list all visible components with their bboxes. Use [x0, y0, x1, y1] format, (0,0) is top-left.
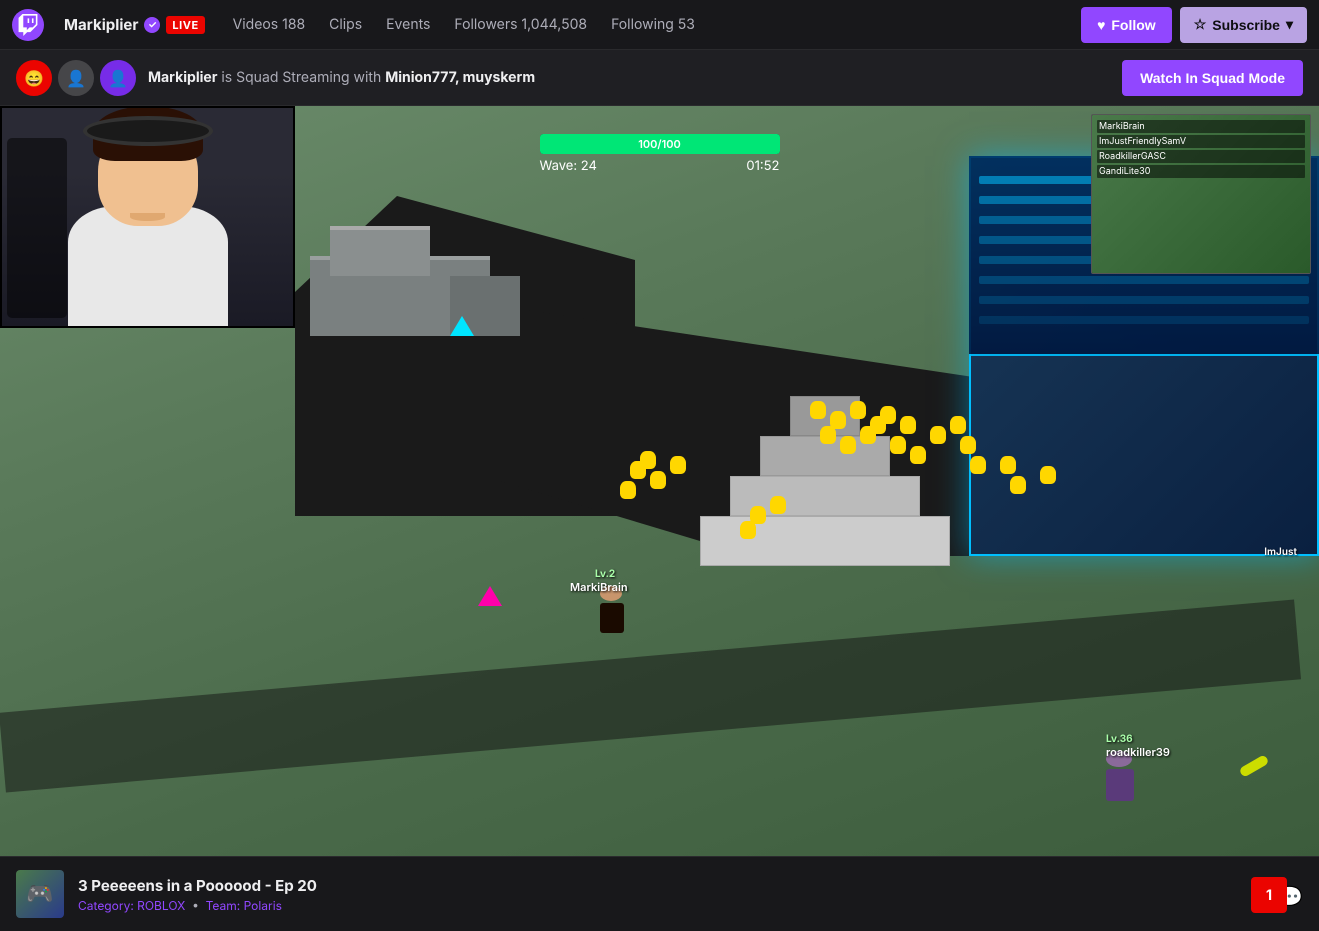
stream-info: 3 Peeeeens in a Poooood - Ep 20 Category…: [78, 876, 317, 913]
minion-5: [640, 451, 656, 469]
minimap-player-1: MarkiBrain: [1097, 120, 1305, 133]
minion-2: [650, 471, 666, 489]
timer-label: 01:52: [746, 158, 779, 174]
stream-thumbnail: 🎮: [16, 870, 64, 918]
team-label: Team:: [206, 898, 241, 913]
enemy-lv-badge: Lv.36: [1106, 733, 1133, 745]
cyan-arrow-indicator: [450, 316, 474, 336]
wave-label: Wave: 24: [540, 158, 597, 174]
avatar-markiplier[interactable]: 😄: [16, 60, 52, 96]
minimap-player-2: ImJustFriendlySamV: [1097, 135, 1305, 148]
minion-18: [950, 416, 966, 434]
nav-actions: ♥ Follow ☆ Subscribe ▾: [1081, 7, 1307, 43]
minion-20: [970, 456, 986, 474]
minimap-inner: MarkiBrain ImJustFriendlySamV Roadkiller…: [1092, 115, 1310, 273]
top-navigation: Markiplier ✓ LIVE Videos 188 Clips Event…: [0, 0, 1319, 50]
avatar-image-muyskerm: 👤: [102, 62, 134, 94]
health-bar-container: 100/100 Wave: 24 01:52: [540, 134, 780, 174]
nav-followers[interactable]: Followers 1,044,508: [454, 16, 587, 33]
streamer-name-block: Markiplier ✓ LIVE: [64, 15, 205, 34]
chevron-down-icon: ▾: [1286, 16, 1293, 33]
squad-partner-names: Minion777, muyskerm: [385, 69, 535, 86]
head: [98, 126, 198, 226]
stream-meta: Category: ROBLOX • Team: Polaris: [78, 898, 317, 913]
player-character-markibrain: Lv.2 MarkiBrain: [600, 586, 624, 633]
main-content: Lv.2 MarkiBrain ImJust Lv.36 roadkiller3…: [0, 106, 1319, 931]
minion-14: [900, 416, 916, 434]
nav-following[interactable]: Following 53: [611, 16, 695, 33]
team-value[interactable]: Polaris: [244, 898, 282, 913]
minimap-players: MarkiBrain ImJustFriendlySamV Roadkiller…: [1097, 120, 1305, 180]
nav-events[interactable]: Events: [386, 16, 430, 33]
minion-12: [860, 426, 876, 444]
minion-13: [880, 406, 896, 424]
minion-17: [930, 426, 946, 444]
heart-icon: ♥: [1097, 17, 1105, 33]
player-lv-badge: Lv.2: [595, 568, 615, 580]
avatar-image-minion777: 👤: [60, 62, 92, 94]
minion-23: [740, 521, 756, 539]
mouth-smile: [130, 213, 165, 221]
minion-4: [670, 456, 686, 474]
player-name-label: MarkiBrain: [570, 580, 628, 594]
squad-avatars: 😄 👤 👤: [16, 60, 136, 96]
nav-links: Videos 188 Clips Events Followers 1,044,…: [233, 16, 695, 33]
minion-24: [1000, 456, 1016, 474]
webcam-overlay: [0, 106, 295, 328]
magenta-arrow-indicator: [478, 586, 502, 606]
webcam-content: [2, 108, 293, 326]
category-value[interactable]: ROBLOX: [137, 898, 185, 913]
minimap: MarkiBrain ImJustFriendlySamV Roadkiller…: [1091, 114, 1311, 274]
minion-25: [1010, 476, 1026, 494]
minion-15: [890, 436, 906, 454]
minion-19: [960, 436, 976, 454]
minimap-player-4: GandiLite30: [1097, 165, 1305, 178]
squad-text-middle: is Squad Streaming with: [221, 69, 385, 86]
watch-squad-mode-button[interactable]: Watch In Squad Mode: [1122, 60, 1303, 96]
video-area[interactable]: Lv.2 MarkiBrain ImJust Lv.36 roadkiller3…: [0, 106, 1319, 931]
avatar-minion777[interactable]: 👤: [58, 60, 94, 96]
minion-8: [850, 401, 866, 419]
game-wave-info: Wave: 24 01:52: [540, 158, 780, 174]
nav-videos[interactable]: Videos 188: [233, 16, 306, 33]
squad-bar: 😄 👤 👤 Markiplier is Squad Streaming with…: [0, 50, 1319, 106]
minion-22: [770, 496, 786, 514]
minion-3: [620, 481, 636, 499]
bottom-bar: 🎮 3 Peeeeens in a Poooood - Ep 20 Catego…: [0, 856, 1319, 931]
minion-6: [810, 401, 826, 419]
streamer-name-text[interactable]: Markiplier: [64, 15, 138, 34]
squad-streamer-name: Markiplier: [148, 69, 217, 86]
avatar-image-markiplier: 😄: [18, 62, 50, 94]
health-bar: 100/100: [540, 134, 780, 154]
minion-11: [840, 436, 856, 454]
twitch-logo[interactable]: [12, 9, 44, 41]
star-icon: ☆: [1194, 16, 1207, 33]
subscribe-button[interactable]: ☆ Subscribe ▾: [1180, 7, 1307, 43]
nav-clips[interactable]: Clips: [329, 16, 362, 33]
live-badge: LIVE: [166, 16, 204, 34]
verified-icon: ✓: [144, 17, 160, 33]
minion-16: [910, 446, 926, 464]
enemy-roadkiller39: Lv.36 roadkiller39: [1106, 751, 1134, 801]
category-label: Category:: [78, 898, 134, 913]
squad-text: Markiplier is Squad Streaming with Minio…: [148, 69, 535, 86]
avatar-muyskerm[interactable]: 👤: [100, 60, 136, 96]
follow-button[interactable]: ♥ Follow: [1081, 7, 1172, 43]
minion-10: [820, 426, 836, 444]
person-container: [48, 126, 248, 326]
grey-buildings: [310, 226, 530, 386]
chat-button[interactable]: 1 💬: [1276, 885, 1303, 911]
minion-26: [1040, 466, 1056, 484]
minimap-player-3: RoadkillerGASC: [1097, 150, 1305, 163]
stream-title: 3 Peeeeens in a Poooood - Ep 20: [78, 876, 317, 895]
notification-badge: 1: [1251, 877, 1287, 913]
imjust-label: ImJust: [1264, 546, 1297, 558]
enemy-name-label: roadkiller39: [1106, 745, 1170, 759]
headphones: [83, 116, 213, 146]
health-bar-text: 100/100: [638, 137, 681, 151]
